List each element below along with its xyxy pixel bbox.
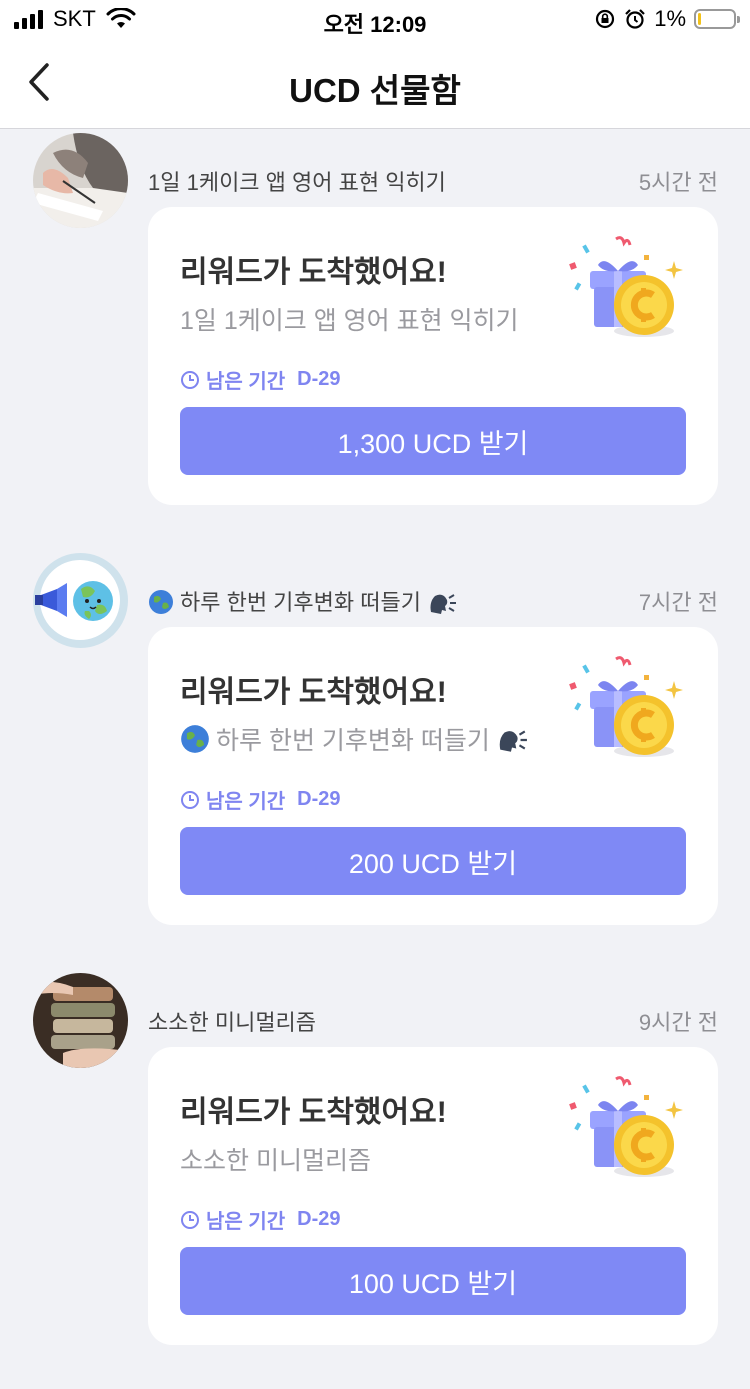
claim-button[interactable]: 100 UCD 받기 — [180, 1247, 686, 1315]
speaking-head-emoji-icon — [430, 594, 456, 614]
page-title: UCD 선물함 — [289, 72, 461, 109]
gift-coin-icon — [564, 235, 686, 345]
deadline: 남은 기간 D-29 — [180, 785, 341, 814]
avatar — [33, 973, 128, 1068]
clock-icon — [181, 790, 199, 809]
clock-icon — [181, 370, 199, 389]
item-title: 소소한 미니멀리즘 — [148, 1010, 317, 1035]
item-time: 5시간 전 — [638, 170, 718, 195]
status-right: 1% — [594, 6, 740, 32]
writing-person-image — [33, 133, 128, 228]
avatar — [33, 133, 128, 228]
card-heading: 리워드가 도착했어요! — [180, 1096, 447, 1129]
speaking-head-emoji-icon — [499, 730, 527, 752]
globe-emoji-icon — [149, 590, 173, 614]
claim-button[interactable]: 200 UCD 받기 — [180, 827, 686, 895]
deadline-label: 남은 기간 — [206, 371, 286, 393]
card-subtitle: 1일 1케이크 앱 영어 표현 익히기 — [180, 307, 519, 335]
gift-coin-icon — [564, 1075, 686, 1185]
item-title: 하루 한번 기후변화 떠들기 — [148, 585, 457, 617]
avatar — [33, 553, 128, 648]
battery-percent: 1% — [654, 6, 686, 31]
card-subtitle-text: 하루 한번 기후변화 떠들기 — [216, 727, 490, 755]
item-title: 1일 1케이크 앱 영어 표현 익히기 — [148, 170, 446, 195]
item-time: 7시간 전 — [638, 590, 718, 615]
deadline-label: 남은 기간 — [206, 1211, 286, 1233]
deadline: 남은 기간 D-29 — [180, 365, 341, 394]
card-heading: 리워드가 도착했어요! — [180, 256, 447, 289]
deadline: 남은 기간 D-29 — [180, 1205, 341, 1234]
deadline-value: D-29 — [297, 368, 341, 390]
earth-megaphone-image — [33, 553, 128, 648]
folded-clothes-image — [33, 973, 128, 1068]
navigation-bar: UCD 선물함 — [0, 40, 750, 129]
card-heading: 리워드가 도착했어요! — [180, 676, 447, 709]
reward-card: 리워드가 도착했어요! 하루 한번 기후변화 떠들기 남은 기간 D-29 20… — [148, 627, 718, 925]
rotation-lock-icon — [596, 9, 615, 29]
gift-coin-icon — [564, 655, 686, 765]
card-subtitle: 하루 한번 기후변화 떠들기 — [180, 721, 528, 757]
battery-icon — [694, 9, 740, 29]
reward-item: 1일 1케이크 앱 영어 표현 익히기 5시간 전 리워드가 도착했어요! 1일… — [0, 129, 750, 549]
reward-card: 리워드가 도착했어요! 1일 1케이크 앱 영어 표현 익히기 남은 기간 D-… — [148, 207, 718, 505]
battery-level — [698, 13, 701, 25]
clock-icon — [181, 1210, 199, 1229]
globe-emoji-icon — [181, 725, 209, 753]
reward-card: 리워드가 도착했어요! 소소한 미니멀리즘 남은 기간 D-29 100 UCD… — [148, 1047, 718, 1345]
deadline-label: 남은 기간 — [206, 791, 286, 813]
deadline-value: D-29 — [297, 788, 341, 810]
claim-button[interactable]: 1,300 UCD 받기 — [180, 407, 686, 475]
reward-item: 하루 한번 기후변화 떠들기 7시간 전 리워드가 도착했어요! 하루 한번 기… — [0, 549, 750, 969]
deadline-value: D-29 — [297, 1208, 341, 1230]
card-subtitle: 소소한 미니멀리즘 — [180, 1147, 371, 1175]
alarm-icon — [625, 9, 645, 29]
status-bar: SKT 오전 12:09 1% — [0, 0, 750, 40]
reward-item: 소소한 미니멀리즘 9시간 전 리워드가 도착했어요! 소소한 미니멀리즘 남은… — [0, 969, 750, 1389]
item-title-text: 하루 한번 기후변화 떠들기 — [180, 590, 421, 615]
item-time: 9시간 전 — [638, 1010, 718, 1035]
